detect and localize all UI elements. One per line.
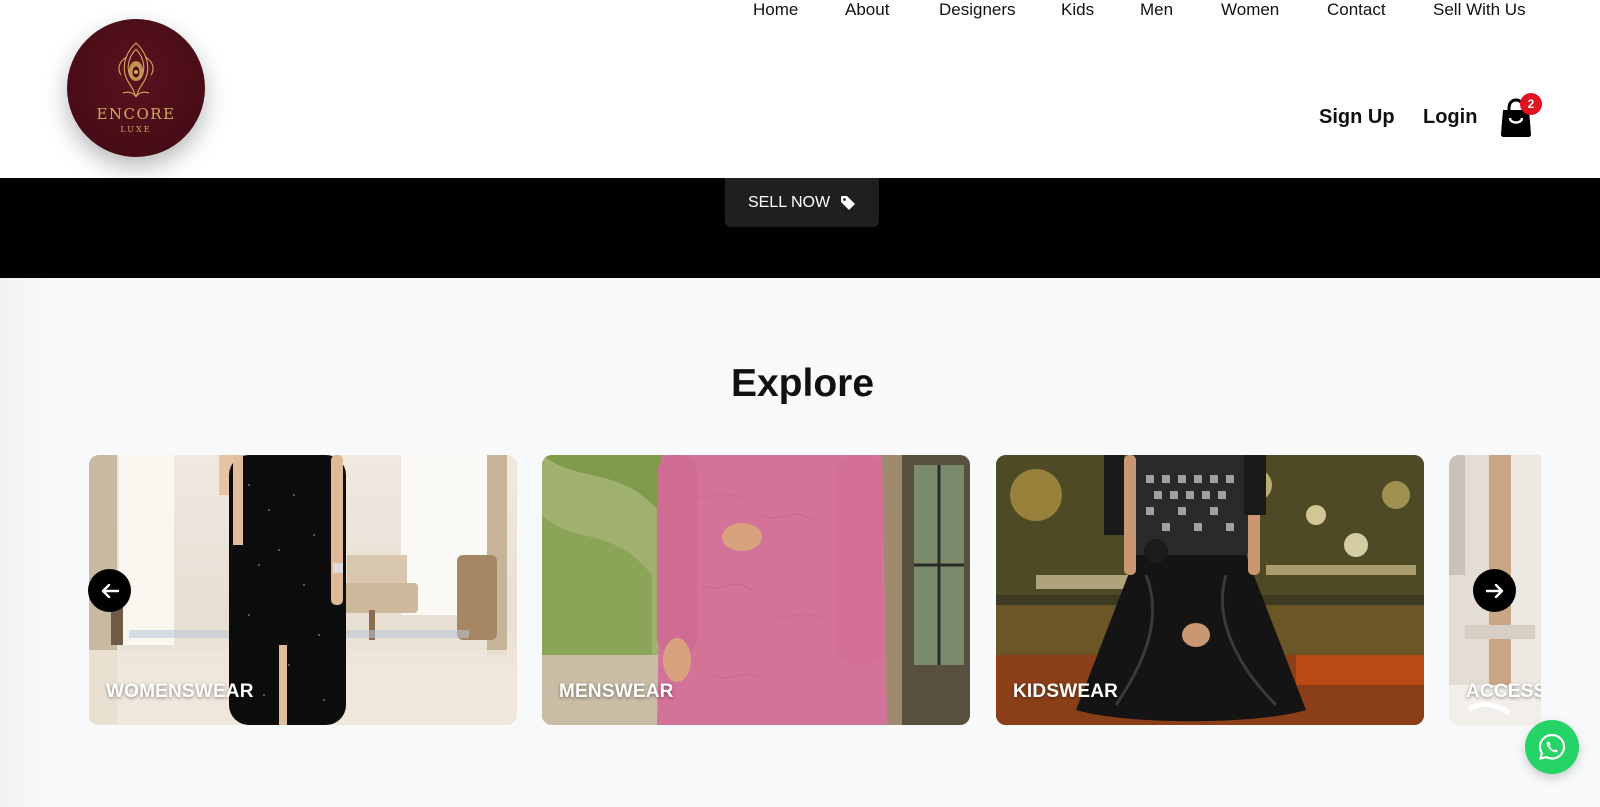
nav-item-men[interactable]: Men	[1140, 0, 1173, 20]
category-card-kidswear[interactable]: KIDSWEAR	[996, 455, 1424, 725]
sell-now-button[interactable]: SELL NOW	[725, 178, 879, 227]
left-edge-shade	[0, 278, 52, 807]
arrow-left-icon	[101, 583, 119, 598]
brand-logo[interactable]: ENCORE LUXE	[67, 19, 205, 157]
cart-count-badge: 2	[1520, 93, 1542, 115]
nav-item-designers[interactable]: Designers	[939, 0, 1016, 20]
category-label-womenswear: WOMENSWEAR	[106, 681, 254, 702]
nav-item-women[interactable]: Women	[1221, 0, 1279, 20]
login-link[interactable]: Login	[1423, 106, 1477, 129]
nav-item-home[interactable]: Home	[753, 0, 798, 20]
nav-item-about[interactable]: About	[845, 0, 889, 20]
sign-up-link[interactable]: Sign Up	[1319, 106, 1395, 129]
peacock-feather-icon	[118, 42, 154, 98]
site-header: ENCORE LUXE Home About Designers Kids Me…	[0, 0, 1600, 178]
carousel-prev-button[interactable]	[88, 569, 131, 612]
category-label-kidswear: KIDSWEAR	[1013, 681, 1119, 702]
whatsapp-icon	[1538, 733, 1566, 760]
arrow-right-icon	[1485, 583, 1503, 598]
category-label-accessories: ACCESSORIES	[1466, 681, 1541, 702]
category-card-menswear[interactable]: MENSWEAR	[542, 455, 970, 725]
whatsapp-chat-button[interactable]	[1525, 720, 1579, 774]
brand-tagline: LUXE	[120, 125, 152, 134]
brand-name: ENCORE	[96, 105, 176, 123]
tag-icon	[841, 195, 856, 210]
explore-title: Explore	[730, 362, 875, 405]
nav-item-kids[interactable]: Kids	[1061, 0, 1094, 20]
carousel-next-button[interactable]	[1473, 569, 1516, 612]
sell-now-label: SELL NOW	[747, 193, 831, 211]
category-card-womenswear[interactable]: WOMENSWEAR	[89, 455, 517, 725]
category-label-menswear: MENSWEAR	[559, 681, 674, 702]
nav-item-contact[interactable]: Contact	[1327, 0, 1386, 20]
nav-item-sell-with-us[interactable]: Sell With Us	[1433, 0, 1526, 20]
